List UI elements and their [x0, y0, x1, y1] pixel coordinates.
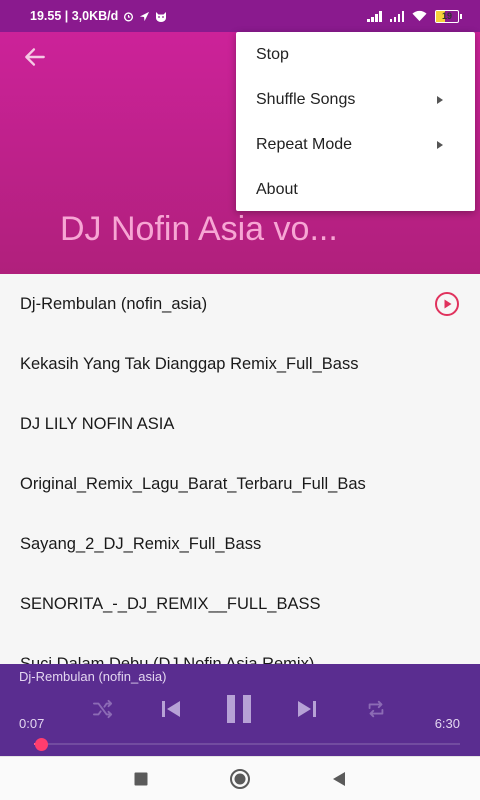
- mini-player: Dj-Rembulan (nofin_asia) 0:07 6:30: [0, 664, 480, 756]
- location-icon: [140, 11, 150, 21]
- shuffle-button[interactable]: [86, 694, 120, 724]
- back-triangle-icon: [333, 772, 345, 786]
- battery-icon: 19: [435, 9, 462, 23]
- menu-item-label: Shuffle Songs: [256, 90, 356, 108]
- now-playing-title: Dj-Rembulan (nofin_asia): [19, 669, 167, 684]
- song-item[interactable]: Kekasih Yang Tak Dianggap Remix_Full_Bas…: [0, 334, 480, 394]
- signal-icon: [367, 10, 382, 22]
- repeat-icon: [368, 700, 384, 718]
- time-elapsed: 0:07: [19, 716, 45, 731]
- song-title: Suci Dalam Debu (DJ Nofin Asia Remix): [20, 654, 315, 665]
- menu-item-stop[interactable]: Stop: [236, 32, 475, 77]
- home-button[interactable]: [228, 767, 252, 791]
- battery-level: 19: [441, 10, 452, 21]
- shuffle-icon: [93, 699, 113, 719]
- album-title: DJ Nofin Asia vo...: [60, 210, 338, 248]
- menu-item-shuffle-songs[interactable]: Shuffle Songs: [236, 77, 475, 122]
- menu-item-label: Stop: [256, 45, 289, 63]
- skip-previous-icon: [162, 701, 180, 717]
- menu-item-label: About: [256, 180, 298, 198]
- song-item[interactable]: SENORITA_-_DJ_REMIX__FULL_BASS: [0, 574, 480, 634]
- song-title: Original_Remix_Lagu_Barat_Terbaru_Full_B…: [20, 474, 366, 493]
- submenu-arrow-icon: [437, 95, 443, 104]
- status-bar: 19.55 | 3,0KB/d 19: [0, 0, 480, 32]
- song-item[interactable]: Sayang_2_DJ_Remix_Full_Bass: [0, 514, 480, 574]
- menu-item-label: Repeat Mode: [256, 135, 353, 153]
- wifi-icon: [412, 10, 427, 22]
- seek-thumb[interactable]: [35, 738, 49, 751]
- now-playing-icon: [435, 292, 459, 316]
- signal-icon-2: [389, 10, 404, 22]
- song-title: DJ LILY NOFIN ASIA: [20, 414, 175, 433]
- skip-next-icon: [298, 701, 316, 717]
- seek-bar[interactable]: [34, 743, 460, 745]
- repeat-button[interactable]: [359, 694, 393, 724]
- home-icon: [230, 769, 250, 789]
- song-title: Dj-Rembulan (nofin_asia): [20, 294, 208, 313]
- song-item[interactable]: DJ LILY NOFIN ASIA: [0, 394, 480, 454]
- back-button[interactable]: [327, 767, 351, 791]
- alarm-icon: [124, 11, 134, 21]
- status-time-info: 19.55 | 3,0KB/d: [30, 9, 119, 23]
- back-arrow-icon[interactable]: [22, 44, 48, 70]
- pause-button[interactable]: [222, 694, 256, 724]
- time-total: 6:30: [434, 716, 460, 731]
- submenu-arrow-icon: [437, 140, 443, 149]
- song-list[interactable]: Dj-Rembulan (nofin_asia) Kekasih Yang Ta…: [0, 274, 480, 664]
- song-item[interactable]: Dj-Rembulan (nofin_asia): [0, 274, 480, 334]
- next-button[interactable]: [290, 694, 324, 724]
- system-nav-bar: [0, 756, 480, 800]
- song-item[interactable]: Original_Remix_Lagu_Barat_Terbaru_Full_B…: [0, 454, 480, 514]
- menu-item-repeat-mode[interactable]: Repeat Mode: [236, 122, 475, 167]
- song-item[interactable]: Suci Dalam Debu (DJ Nofin Asia Remix): [0, 634, 480, 665]
- previous-button[interactable]: [154, 694, 188, 724]
- recents-button[interactable]: [129, 767, 153, 791]
- cat-icon: [156, 11, 167, 22]
- song-title: Sayang_2_DJ_Remix_Full_Bass: [20, 534, 262, 553]
- menu-item-about[interactable]: About: [236, 167, 475, 212]
- song-title: Kekasih Yang Tak Dianggap Remix_Full_Bas…: [20, 354, 359, 373]
- pause-icon: [227, 695, 251, 723]
- recents-icon: [134, 772, 148, 786]
- song-title: SENORITA_-_DJ_REMIX__FULL_BASS: [20, 594, 321, 613]
- overflow-menu: Stop Shuffle Songs Repeat Mode About: [236, 32, 475, 211]
